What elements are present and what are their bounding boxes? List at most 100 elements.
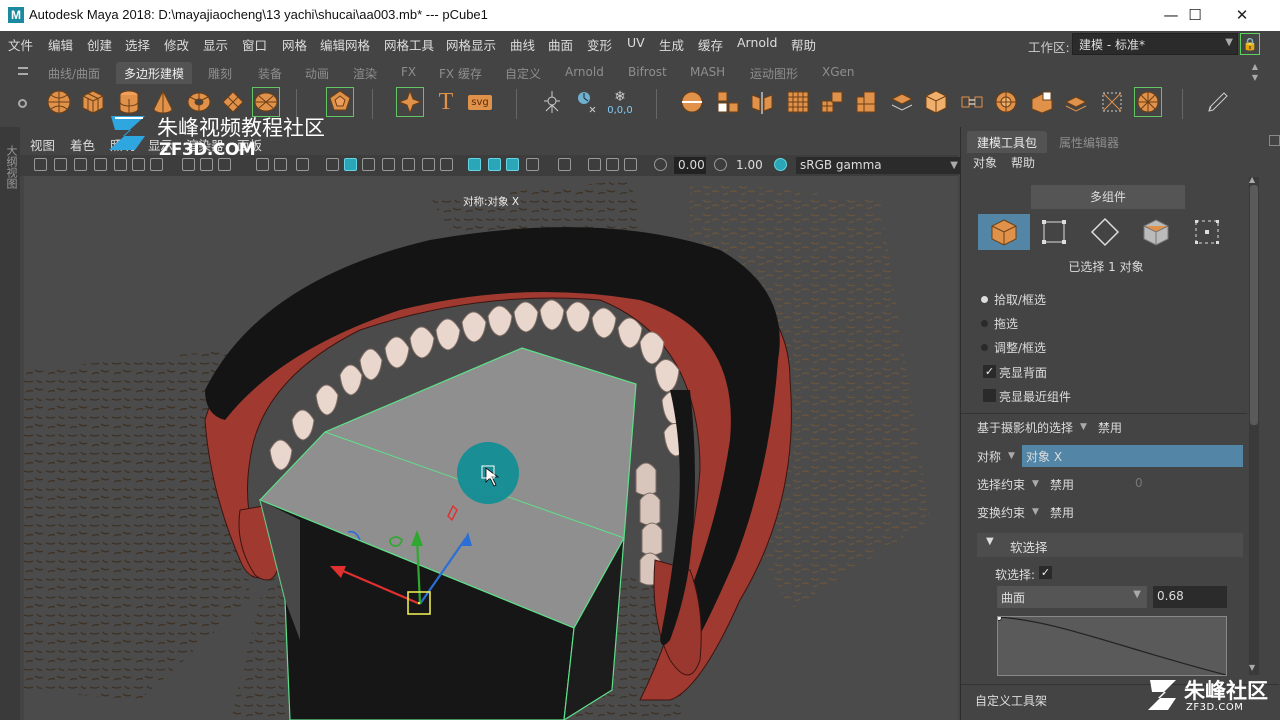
shelf-tab-bifrost[interactable]: Bifrost [620, 62, 675, 84]
chevron-down-icon[interactable]: ▼ [1008, 451, 1015, 461]
shelf-tab-mash[interactable]: MASH [682, 62, 733, 84]
menu-create[interactable]: 创建 [87, 35, 112, 54]
shelf-menu-icon[interactable] [18, 67, 28, 75]
uv-mode-button[interactable] [1181, 214, 1233, 250]
menu-curves[interactable]: 曲线 [510, 35, 535, 54]
menu-help[interactable]: 帮助 [791, 35, 816, 54]
vertex-mode-button[interactable] [1028, 214, 1080, 250]
bevel-icon[interactable] [1062, 87, 1090, 117]
shelf-tab-fx[interactable]: FX [393, 62, 424, 84]
falloff-curve-editor[interactable] [996, 615, 1227, 676]
multi-cut-icon[interactable] [1098, 87, 1126, 117]
shelf-tab-arnold[interactable]: Arnold [557, 62, 612, 84]
menu-edit[interactable]: 编辑 [48, 35, 73, 54]
use-default-material-icon[interactable] [362, 158, 375, 171]
bridge-icon[interactable] [958, 87, 986, 117]
exposure-field[interactable]: 0.00 [674, 157, 706, 174]
lights-icon[interactable] [422, 158, 435, 171]
menu-mesh[interactable]: 网格 [282, 35, 307, 54]
shelf-options-gear-icon[interactable] [18, 99, 27, 108]
isolate-select-icon[interactable] [468, 158, 481, 171]
value-camera-based-selection[interactable]: 禁用 [1098, 419, 1122, 436]
close-button[interactable]: ✕ [1219, 0, 1265, 31]
viewport-3d[interactable]: 对称:对象 X [24, 176, 958, 720]
scroll-up-icon[interactable]: ▲ [1249, 175, 1255, 184]
camera-attributes-icon[interactable] [54, 158, 67, 171]
falloff-radius-field[interactable]: 0.68 [1153, 586, 1227, 608]
face-mode-button[interactable] [1130, 214, 1182, 250]
shelf-tab-sculpting[interactable]: 雕刻 [200, 62, 240, 84]
panel-float-icon[interactable] [1269, 135, 1280, 146]
toolkit-menu-object[interactable]: 对象 [973, 154, 997, 171]
edge-mode-button[interactable] [1079, 214, 1131, 250]
ambient-occlusion-icon[interactable] [558, 158, 571, 171]
menu-arnold[interactable]: Arnold [737, 35, 777, 50]
poly-svg-icon[interactable]: svg [466, 87, 494, 117]
remesh-icon[interactable] [852, 87, 880, 117]
shadows-icon[interactable] [440, 158, 453, 171]
menu-edit-mesh[interactable]: 编辑网格 [320, 35, 370, 54]
shelf-tab-motion-graphics[interactable]: 运动图形 [742, 62, 806, 84]
shelf-tab-curves[interactable]: 曲线/曲面 [40, 62, 108, 84]
radio-pick-marquee[interactable] [981, 296, 988, 303]
shelf-tab-xgen[interactable]: XGen [814, 62, 863, 84]
falloff-mode-select[interactable]: 曲面 ▼ [997, 586, 1147, 608]
xray-icon[interactable] [488, 158, 501, 171]
panel-menu-shading[interactable]: 着色 [70, 135, 95, 154]
multi-component-button[interactable]: 多组件 [1031, 185, 1185, 209]
unfold-icon[interactable] [922, 87, 950, 117]
checkbox-highlight-nearest[interactable] [983, 389, 996, 402]
extrude-icon[interactable] [1028, 87, 1056, 117]
retopology-icon[interactable] [888, 87, 916, 117]
xray-components-icon[interactable] [526, 158, 539, 171]
soft-select-section-header[interactable]: ▼ 软选择 [977, 533, 1243, 557]
measure-tool-icon[interactable] [572, 87, 600, 117]
xray-joints-icon[interactable] [506, 158, 519, 171]
shelf-tab-animation[interactable]: 动画 [297, 62, 337, 84]
chevron-down-icon[interactable]: ▼ [1032, 507, 1039, 517]
radio-drag[interactable] [981, 320, 988, 327]
value-transform-constraint[interactable]: 禁用 [1050, 504, 1074, 521]
object-mode-button[interactable] [978, 214, 1030, 250]
sculpt-tool-icon[interactable] [538, 87, 566, 117]
shelf-tab-rigging[interactable]: 装备 [250, 62, 290, 84]
workspace-select[interactable]: 建模 - 标准* ▼ [1072, 33, 1238, 55]
tab-attribute-editor[interactable]: 属性编辑器 [1049, 131, 1129, 153]
toolkit-menu-help[interactable]: 帮助 [1011, 154, 1035, 171]
gamma-icon[interactable] [714, 158, 727, 171]
symmetry-select[interactable]: 对象 X [1022, 445, 1243, 467]
menu-mesh-tools[interactable]: 网格工具 [384, 35, 434, 54]
exposure-icon[interactable] [654, 158, 667, 171]
outliner-strip[interactable]: 大纲视图 [0, 127, 20, 720]
wireframe-on-shaded-icon[interactable] [382, 158, 395, 171]
menu-file[interactable]: 文件 [8, 35, 33, 54]
checkbox-soft-select[interactable]: ✓ [1039, 566, 1052, 579]
super-shape-icon[interactable] [396, 87, 424, 117]
menu-cache[interactable]: 缓存 [698, 35, 723, 54]
mirror-icon[interactable] [748, 87, 776, 117]
color-management-icon[interactable] [774, 158, 787, 171]
select-camera-icon[interactable] [34, 158, 47, 171]
panel-menu-view[interactable]: 视图 [30, 135, 55, 154]
reduce-icon[interactable] [818, 87, 846, 117]
menu-display[interactable]: 显示 [203, 35, 228, 54]
textured-icon[interactable] [402, 158, 415, 171]
poly-cube-icon[interactable] [79, 87, 107, 117]
select-constraint-number[interactable]: 0 [1135, 476, 1143, 490]
chevron-down-icon[interactable]: ▼ [1032, 479, 1039, 489]
motion-blur-icon[interactable] [588, 158, 601, 171]
fill-hole-icon[interactable] [992, 87, 1020, 117]
value-select-constraint[interactable]: 禁用 [1050, 476, 1074, 493]
chevron-down-icon[interactable]: ▼ [1080, 422, 1087, 432]
scroll-down-icon[interactable]: ▼ [1249, 663, 1255, 672]
shelf-tab-custom[interactable]: 自定义 [497, 62, 549, 84]
shelf-tab-fx-caching[interactable]: FX 缓存 [431, 62, 490, 84]
poly-sphere-icon[interactable] [45, 87, 73, 117]
separate-icon[interactable] [714, 87, 742, 117]
menu-mesh-display[interactable]: 网格显示 [446, 35, 496, 54]
poly-type-icon[interactable]: T [432, 87, 460, 117]
gamma-field[interactable]: 1.00 [732, 157, 764, 174]
bookmarks-icon[interactable] [74, 158, 87, 171]
menu-uv[interactable]: UV [627, 35, 645, 50]
menu-generate[interactable]: 生成 [659, 35, 684, 54]
